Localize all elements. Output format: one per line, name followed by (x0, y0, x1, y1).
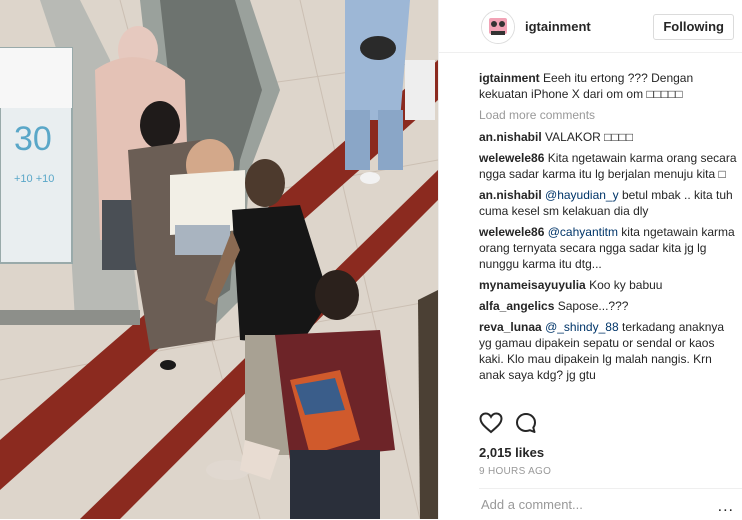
comment-list[interactable]: igtainment Eeeh itu ertong ??? Dengan ke… (479, 70, 737, 406)
comment-text: Koo ky babuu (589, 278, 663, 292)
comment-mention[interactable]: @cahyantitm (548, 225, 618, 239)
caption-username[interactable]: igtainment (479, 71, 540, 85)
comment-item: alfa_angelics Sapose...??? (479, 298, 737, 314)
comment-item: an.nishabil @hayudian_y betul mbak .. ki… (479, 187, 737, 219)
mall-escalator-photo: 30 +10 +10 (0, 0, 438, 519)
post-header: igtainment Following (439, 0, 742, 53)
caption: igtainment Eeeh itu ertong ??? Dengan ke… (479, 70, 737, 102)
comment-mention[interactable]: @hayudian_y (545, 188, 619, 202)
post-sidebar: igtainment Following igtainment Eeeh itu… (438, 0, 742, 519)
add-comment-input[interactable] (479, 496, 703, 513)
post-timestamp: 9 HOURS AGO (479, 466, 552, 477)
following-button[interactable]: Following (653, 14, 734, 40)
likes-count[interactable]: 2,015 likes (479, 445, 544, 460)
sign-subtext: +10 +10 (14, 173, 54, 185)
instagram-post: 30 +10 +10 igtainment Following igtainme… (0, 0, 742, 519)
igtainment-logo-icon (482, 11, 514, 43)
comment-item: welewele86 Kita ngetawain karma orang se… (479, 150, 737, 182)
action-bar (479, 412, 537, 439)
like-heart-icon[interactable] (479, 412, 503, 439)
comment-item: welewele86 @cahyantitm kita ngetawain ka… (479, 224, 737, 272)
comment-bubble-icon[interactable] (515, 412, 537, 439)
sign-text: 30 (14, 120, 52, 158)
avatar[interactable] (481, 10, 515, 44)
post-photo[interactable]: 30 +10 +10 (0, 0, 438, 519)
more-options-icon[interactable]: ... (718, 498, 734, 516)
comment-item: mynameisayuyulia Koo ky babuu (479, 277, 737, 293)
add-comment-bar: ... (479, 488, 742, 520)
comment-username[interactable]: alfa_angelics (479, 299, 554, 313)
comment-username[interactable]: an.nishabil (479, 130, 542, 144)
comment-username[interactable]: an.nishabil (479, 188, 542, 202)
comment-username[interactable]: welewele86 (479, 225, 544, 239)
comment-item: an.nishabil VALAKOR □□□□ (479, 129, 737, 145)
comment-text: Sapose...??? (557, 299, 629, 313)
comment-username[interactable]: welewele86 (479, 151, 544, 165)
comment-item: reva_lunaa @_shindy_88 terkadang anaknya… (479, 319, 737, 383)
comment-text: VALAKOR □□□□ (545, 130, 634, 144)
load-more-comments-link[interactable]: Load more comments (479, 107, 737, 123)
comment-username[interactable]: reva_lunaa (479, 320, 542, 334)
comment-mention[interactable]: @_shindy_88 (545, 320, 619, 334)
post-username[interactable]: igtainment (525, 19, 591, 34)
comment-username[interactable]: mynameisayuyulia (479, 278, 586, 292)
